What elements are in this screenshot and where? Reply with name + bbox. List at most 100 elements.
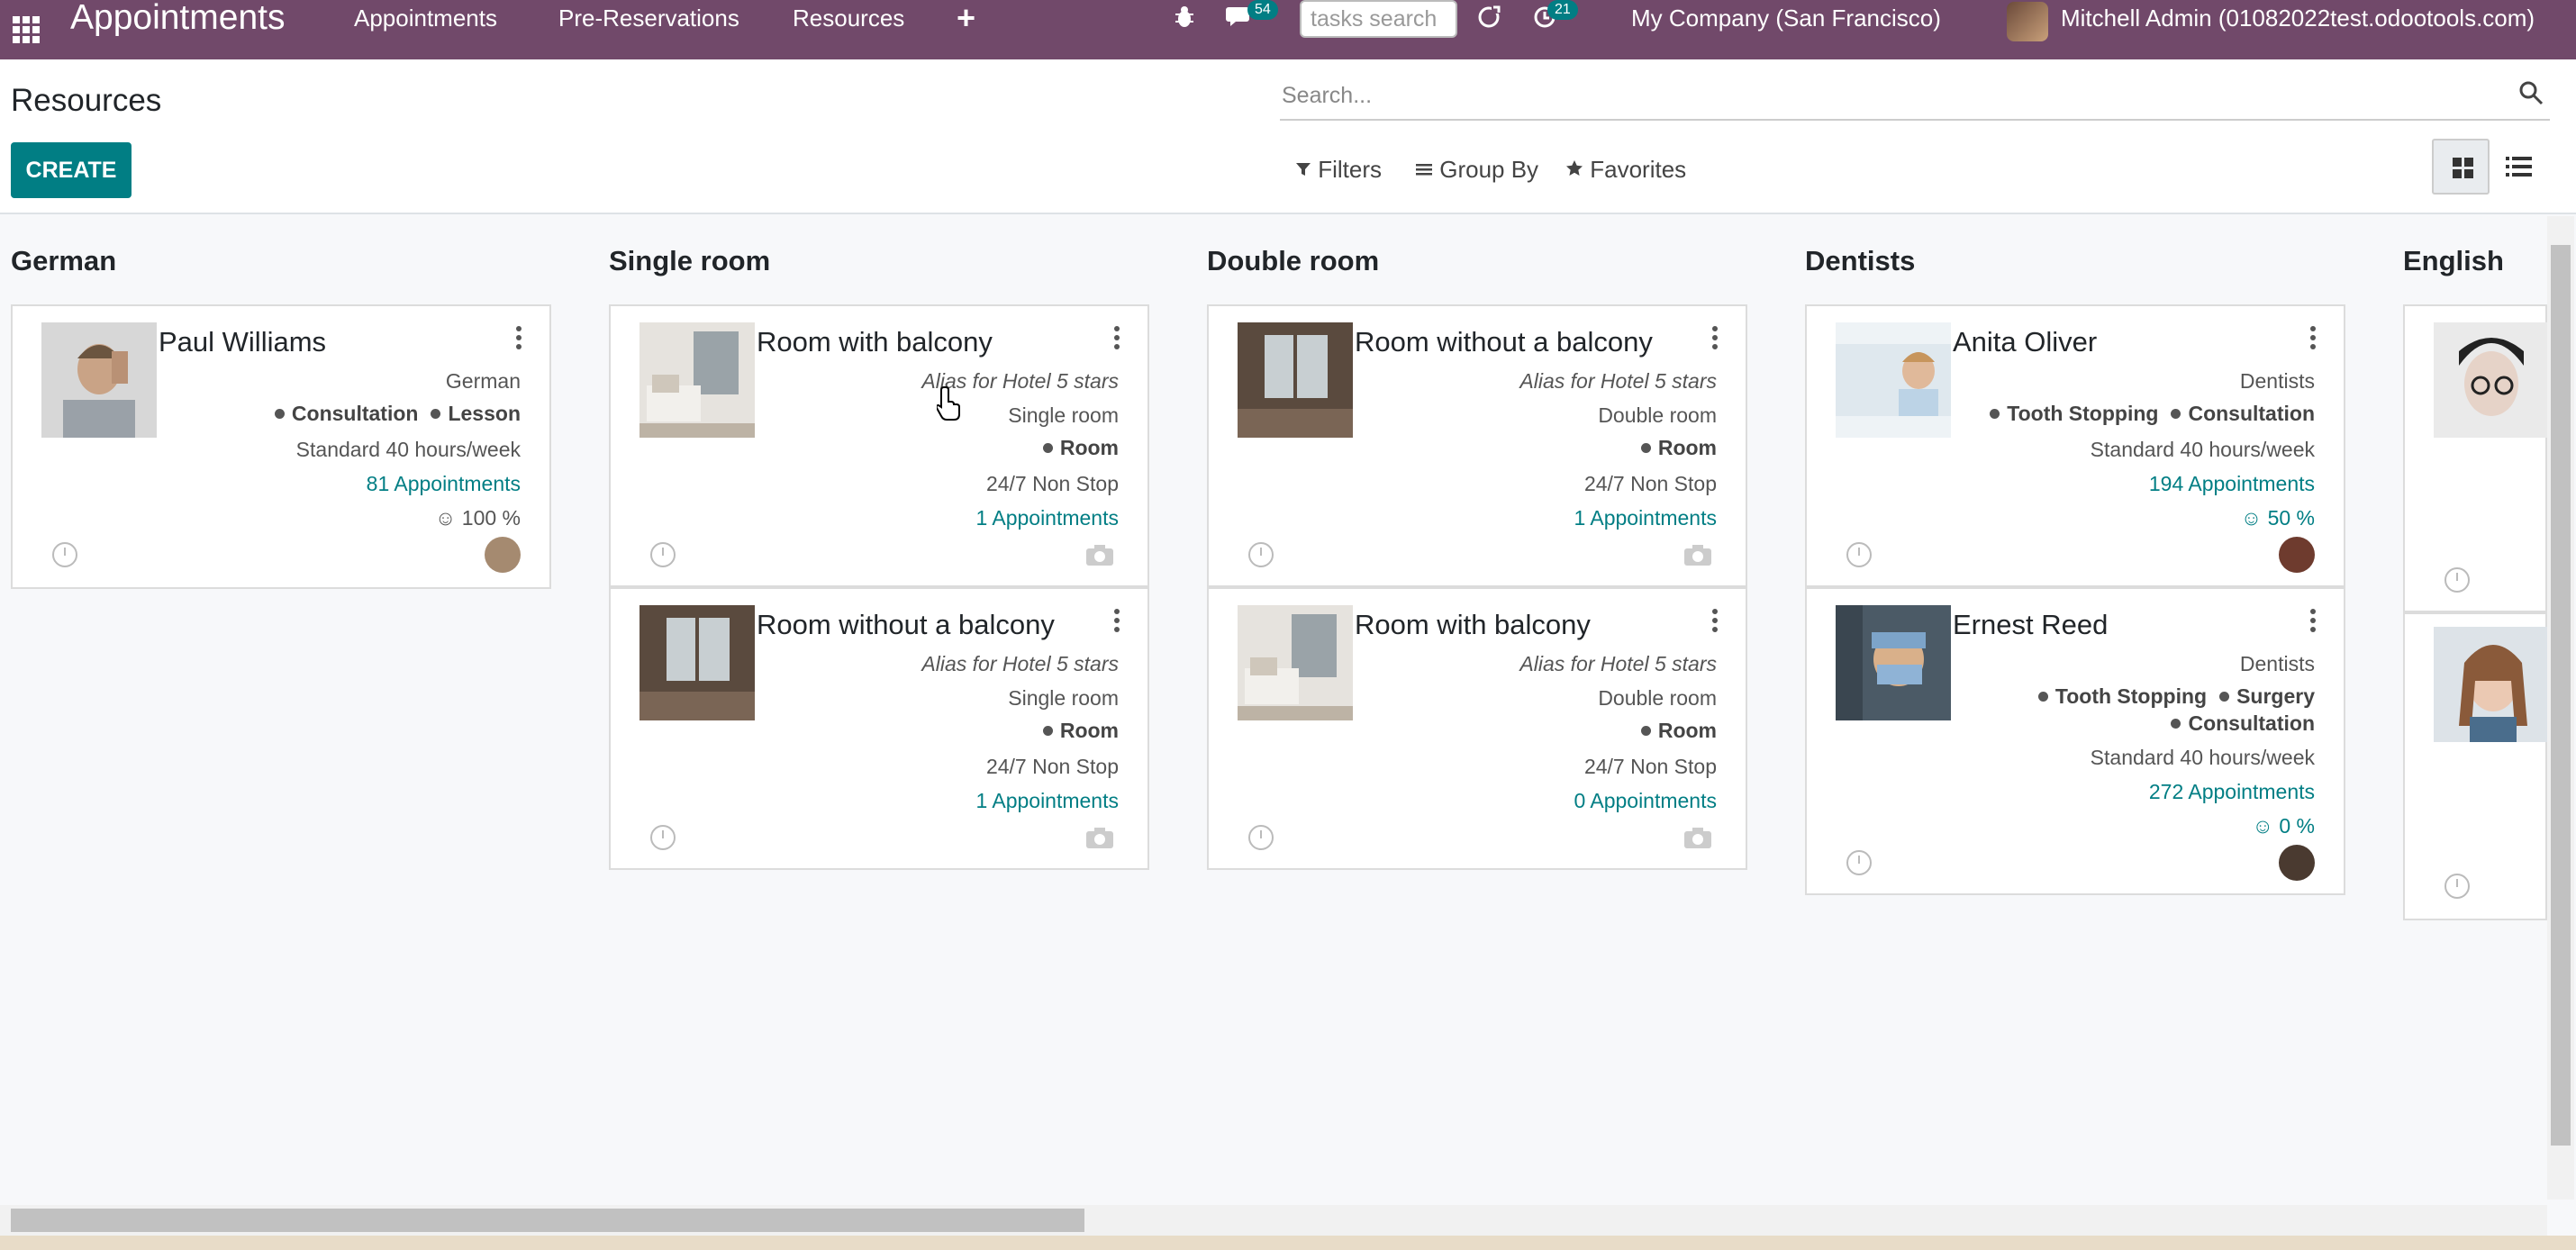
card-menu-icon[interactable] bbox=[2309, 326, 2317, 349]
vertical-scrollbar[interactable] bbox=[2547, 216, 2574, 1200]
activity-clock-icon[interactable] bbox=[1846, 542, 1872, 567]
column-title-dentists[interactable]: Dentists bbox=[1805, 245, 1915, 277]
resource-card[interactable]: Room without a balcony Alias for Hotel 5… bbox=[609, 587, 1149, 870]
favorites-button[interactable]: Favorites bbox=[1565, 153, 1686, 186]
appointments-link[interactable]: 272 Appointments bbox=[2149, 780, 2315, 804]
user-menu[interactable]: Mitchell Admin (01082022test.odootools.c… bbox=[2061, 0, 2535, 36]
resource-card[interactable] bbox=[2403, 304, 2549, 612]
horizontal-scrollbar[interactable] bbox=[0, 1205, 2547, 1236]
create-button[interactable]: CREATE bbox=[11, 142, 132, 198]
resource-card[interactable]: Room with balcony Alias for Hotel 5 star… bbox=[1207, 587, 1747, 870]
resource-card[interactable]: Ernest Reed Dentists Tooth Stopping Surge… bbox=[1805, 587, 2345, 895]
card-menu-icon[interactable] bbox=[1113, 326, 1120, 349]
bug-icon[interactable] bbox=[1169, 4, 1200, 34]
user-avatar[interactable] bbox=[2279, 845, 2315, 881]
group-by-button[interactable]: Group By bbox=[1415, 153, 1538, 186]
company-switcher[interactable]: My Company (San Francisco) bbox=[1631, 0, 1941, 36]
page-title: Resources bbox=[11, 83, 162, 118]
activity-clock-icon[interactable] bbox=[650, 825, 676, 850]
add-menu-button[interactable]: + bbox=[957, 0, 975, 36]
activity-clock-icon[interactable] bbox=[52, 542, 77, 567]
column-title-german[interactable]: German bbox=[11, 245, 116, 277]
smile-icon: ☺ bbox=[434, 506, 462, 530]
column-title-english[interactable]: English bbox=[2403, 245, 2504, 277]
top-navbar: Appointments Appointments Pre-Reservatio… bbox=[0, 0, 2576, 59]
resource-schedule: 24/7 Non Stop bbox=[1583, 755, 1717, 778]
resource-card[interactable]: Room with balcony Alias for Hotel 5 star… bbox=[609, 304, 1149, 587]
user-avatar[interactable] bbox=[2007, 2, 2048, 41]
resource-type: Dentists bbox=[2239, 369, 2315, 393]
rating-value: 0 % bbox=[2279, 814, 2315, 838]
appointments-link[interactable]: 1 Appointments bbox=[975, 506, 1119, 530]
resource-name[interactable]: Room without a balcony bbox=[1355, 326, 1653, 358]
card-menu-icon[interactable] bbox=[2309, 609, 2317, 632]
resource-photo bbox=[1836, 322, 1951, 438]
resource-card[interactable]: Room without a balcony Alias for Hotel 5… bbox=[1207, 304, 1747, 587]
search-input[interactable]: Search... bbox=[1280, 68, 2550, 121]
card-menu-icon[interactable] bbox=[1711, 609, 1719, 632]
column-title-double-room[interactable]: Double room bbox=[1207, 245, 1379, 277]
kanban-view-button[interactable] bbox=[2432, 139, 2490, 195]
appointments-link[interactable]: 0 Appointments bbox=[1574, 789, 1717, 813]
user-avatar[interactable] bbox=[485, 537, 521, 573]
resource-name[interactable]: Paul Williams bbox=[159, 326, 326, 358]
resource-name[interactable]: Room with balcony bbox=[757, 326, 993, 358]
refresh-icon[interactable] bbox=[1474, 4, 1504, 34]
app-menu-icon[interactable] bbox=[13, 16, 40, 43]
resource-name[interactable]: Room without a balcony bbox=[757, 609, 1055, 641]
activity-clock-icon[interactable] bbox=[1248, 542, 1274, 567]
tag: Tooth Stopping bbox=[1990, 402, 2158, 426]
resource-tags: Room bbox=[1628, 719, 1717, 743]
app-title[interactable]: Appointments bbox=[70, 0, 285, 59]
appointments-link[interactable]: 194 Appointments bbox=[2149, 472, 2315, 496]
rating-value: 50 % bbox=[2267, 506, 2315, 530]
resource-schedule: Standard 40 hours/week bbox=[2090, 746, 2315, 769]
card-menu-icon[interactable] bbox=[515, 326, 522, 349]
activity-clock-icon[interactable] bbox=[650, 542, 676, 567]
vertical-scroll-thumb[interactable] bbox=[2551, 245, 2571, 1146]
activity-clock-icon[interactable] bbox=[2444, 567, 2470, 593]
resource-type: Double room bbox=[1598, 686, 1717, 710]
resource-name[interactable]: Ernest Reed bbox=[1953, 609, 2108, 641]
filter-icon bbox=[1296, 163, 1311, 176]
smile-icon: ☺ bbox=[2252, 814, 2280, 838]
filters-button[interactable]: Filters bbox=[1295, 153, 1382, 186]
group-by-icon bbox=[1416, 164, 1432, 176]
kanban-icon bbox=[2453, 158, 2473, 178]
camera-icon[interactable] bbox=[1683, 825, 1713, 850]
resource-name[interactable]: Anita Oliver bbox=[1953, 326, 2097, 358]
camera-icon[interactable] bbox=[1084, 825, 1115, 850]
menu-resources[interactable]: Resources bbox=[793, 0, 904, 36]
horizontal-scroll-thumb[interactable] bbox=[11, 1209, 1084, 1232]
resource-photo bbox=[2434, 627, 2549, 742]
resource-tags: Consultation Lesson bbox=[262, 402, 521, 426]
appointments-link[interactable]: 1 Appointments bbox=[1574, 506, 1717, 530]
activity-clock-icon[interactable] bbox=[1846, 850, 1872, 875]
menu-pre-reservations[interactable]: Pre-Reservations bbox=[558, 0, 739, 36]
resource-type: German bbox=[445, 369, 521, 393]
user-avatar[interactable] bbox=[2279, 537, 2315, 573]
camera-icon[interactable] bbox=[1084, 542, 1115, 567]
resource-schedule: 24/7 Non Stop bbox=[985, 472, 1119, 495]
tag: Lesson bbox=[431, 402, 521, 426]
resource-tags: Room bbox=[1628, 436, 1717, 460]
menu-appointments[interactable]: Appointments bbox=[354, 0, 497, 36]
tasks-search-input[interactable]: tasks search bbox=[1300, 0, 1457, 38]
column-title-single-room[interactable]: Single room bbox=[609, 245, 770, 277]
search-icon[interactable] bbox=[2517, 79, 2544, 106]
activity-clock-icon[interactable] bbox=[2444, 874, 2470, 899]
appointments-link[interactable]: 81 Appointments bbox=[367, 472, 521, 496]
list-view-button[interactable] bbox=[2491, 139, 2545, 195]
resource-card[interactable] bbox=[2403, 612, 2549, 920]
resource-card[interactable]: Anita Oliver Dentists Tooth Stopping Cons… bbox=[1805, 304, 2345, 587]
resource-photo bbox=[2434, 322, 2549, 438]
resource-schedule: Standard 40 hours/week bbox=[295, 438, 521, 461]
card-menu-icon[interactable] bbox=[1113, 609, 1120, 632]
camera-icon[interactable] bbox=[1683, 542, 1713, 567]
activity-clock-icon[interactable] bbox=[1248, 825, 1274, 850]
resource-card[interactable]: Paul Williams German Consultation Lesson … bbox=[11, 304, 551, 589]
card-menu-icon[interactable] bbox=[1711, 326, 1719, 349]
resource-name[interactable]: Room with balcony bbox=[1355, 609, 1591, 641]
resource-type: Single room bbox=[1008, 686, 1119, 710]
appointments-link[interactable]: 1 Appointments bbox=[975, 789, 1119, 813]
